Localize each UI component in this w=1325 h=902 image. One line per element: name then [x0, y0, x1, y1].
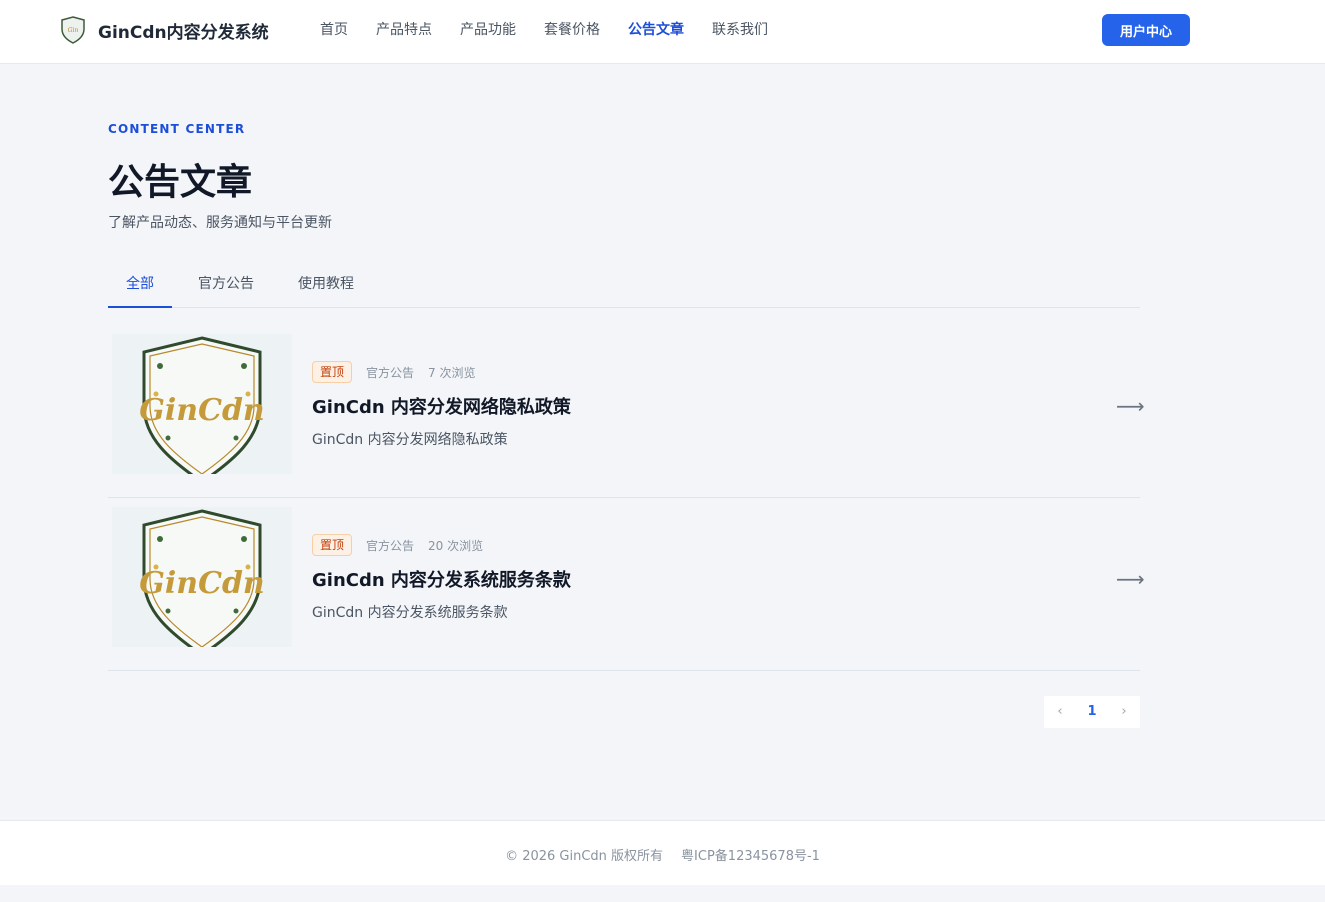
article-thumbnail: GinCdn: [112, 334, 292, 474]
article-summary: GinCdn 内容分发网络隐私政策: [312, 432, 508, 448]
article-title[interactable]: GinCdn 内容分发网络隐私政策: [312, 393, 571, 419]
nav-item-articles[interactable]: 公告文章: [628, 20, 684, 40]
chevron-right-icon[interactable]: ›: [1108, 696, 1140, 728]
arrow-right-icon[interactable]: ⟶: [1116, 567, 1145, 591]
nav-item-contact[interactable]: 联系我们: [712, 20, 768, 40]
footer-icp-link[interactable]: 粤ICP备12345678号-1: [681, 849, 820, 864]
article-item[interactable]: GinCdn 置顶 官方公告 20 次浏览 GinCdn 内容分发系统服务条款 …: [108, 499, 1145, 671]
shield-logo-icon: GinCdn: [139, 336, 265, 474]
page-number-current[interactable]: 1: [1076, 696, 1108, 728]
article-views: 7 次浏览: [428, 365, 476, 380]
article-category: 官方公告: [366, 365, 415, 380]
footer: © 2026 GinCdn 版权所有 粤ICP备12345678号-1: [0, 820, 1325, 885]
footer-text: © 2026 GinCdn 版权所有 粤ICP备12345678号-1: [0, 845, 1325, 864]
nav-item-home[interactable]: 首页: [320, 20, 348, 40]
brand-name: GinCdn内容分发系统: [98, 22, 269, 43]
page-subtitle: 了解产品动态、服务通知与平台更新: [108, 215, 332, 231]
category-tabs: 全部 官方公告 使用教程: [108, 264, 1140, 308]
pagination: ‹ 1 ›: [1044, 696, 1140, 728]
footer-copyright: © 2026 GinCdn 版权所有: [505, 849, 664, 864]
nav-item-pricing[interactable]: 套餐价格: [544, 20, 600, 40]
article-category: 官方公告: [366, 538, 415, 553]
tab-official-announcements[interactable]: 官方公告: [190, 264, 262, 308]
top-header: Gin GinCdn内容分发系统 首页 产品特点 产品功能 套餐价格 公告文章 …: [0, 0, 1325, 64]
chevron-left-icon[interactable]: ‹: [1044, 696, 1076, 728]
shield-logo-icon: GinCdn: [139, 509, 265, 647]
section-eyebrow: CONTENT CENTER: [108, 122, 246, 136]
tab-all[interactable]: 全部: [108, 264, 172, 308]
tab-tutorials[interactable]: 使用教程: [290, 264, 362, 308]
user-center-button[interactable]: 用户中心: [1102, 14, 1190, 46]
svg-text:GinCdn: GinCdn: [139, 393, 265, 428]
nav-item-functions[interactable]: 产品功能: [460, 20, 516, 40]
article-title[interactable]: GinCdn 内容分发系统服务条款: [312, 566, 571, 592]
article-views: 20 次浏览: [428, 538, 484, 553]
article-thumbnail: GinCdn: [112, 507, 292, 647]
shield-logo-icon: Gin: [61, 16, 85, 44]
brand[interactable]: Gin GinCdn内容分发系统: [60, 16, 269, 44]
pinned-badge: 置顶: [312, 361, 353, 383]
article-item[interactable]: GinCdn 置顶 官方公告 7 次浏览 GinCdn 内容分发网络隐私政策 G…: [108, 326, 1145, 498]
pinned-badge: 置顶: [312, 534, 353, 556]
svg-text:Gin: Gin: [68, 27, 79, 34]
nav-item-features[interactable]: 产品特点: [376, 20, 432, 40]
article-meta: 置顶 官方公告 20 次浏览: [312, 534, 483, 556]
arrow-right-icon[interactable]: ⟶: [1116, 394, 1145, 418]
article-meta: 置顶 官方公告 7 次浏览: [312, 361, 475, 383]
page-title: 公告文章: [108, 162, 253, 203]
main-nav: 首页 产品特点 产品功能 套餐价格 公告文章 联系我们: [320, 20, 796, 40]
article-summary: GinCdn 内容分发系统服务条款: [312, 605, 508, 621]
svg-text:GinCdn: GinCdn: [139, 566, 265, 601]
